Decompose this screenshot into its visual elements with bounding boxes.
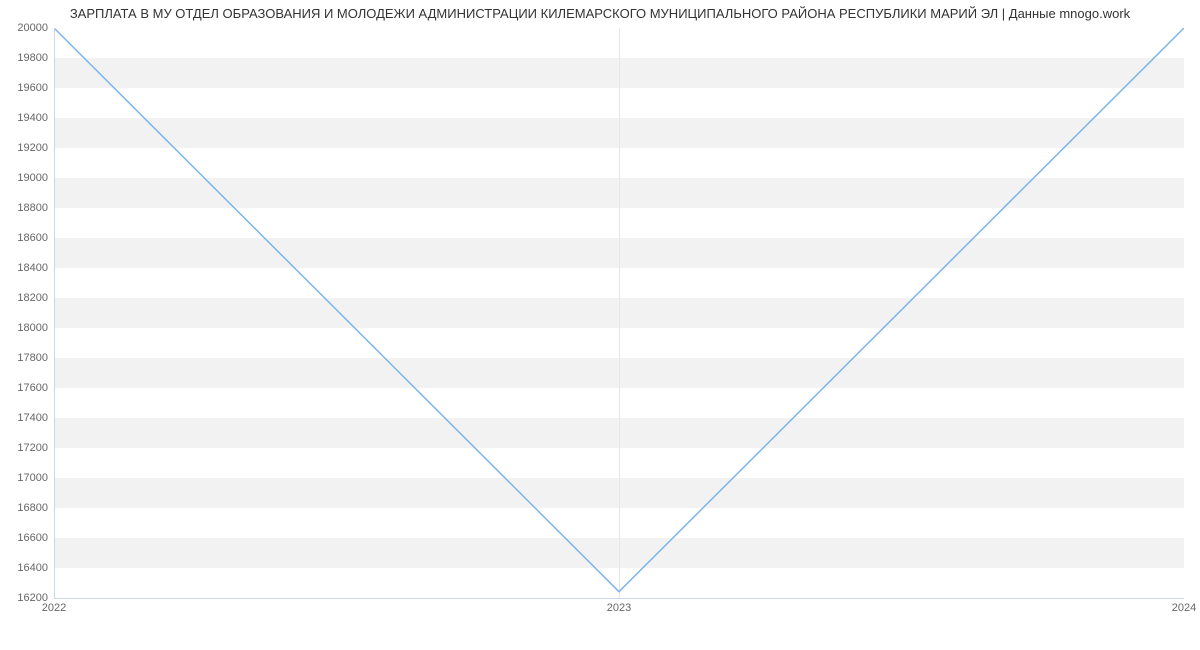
x-tick-label: 2023 bbox=[607, 602, 631, 614]
chart-plot-area bbox=[54, 28, 1184, 608]
x-tick-label: 2022 bbox=[42, 602, 66, 614]
y-tick-label: 18800 bbox=[4, 202, 48, 214]
y-tick-label: 18600 bbox=[4, 232, 48, 244]
y-tick-label: 19000 bbox=[4, 172, 48, 184]
y-tick-label: 19800 bbox=[4, 52, 48, 64]
y-tick-label: 16400 bbox=[4, 562, 48, 574]
y-tick-label: 18400 bbox=[4, 262, 48, 274]
y-tick-label: 17600 bbox=[4, 382, 48, 394]
line-series bbox=[54, 28, 1184, 598]
y-tick-label: 19200 bbox=[4, 142, 48, 154]
y-tick-label: 18200 bbox=[4, 292, 48, 304]
y-tick-label: 19400 bbox=[4, 112, 48, 124]
y-tick-label: 18000 bbox=[4, 322, 48, 334]
y-tick-label: 16600 bbox=[4, 532, 48, 544]
y-tick-label: 17200 bbox=[4, 442, 48, 454]
y-axis-line bbox=[54, 28, 55, 598]
y-tick-label: 17400 bbox=[4, 412, 48, 424]
y-tick-label: 16800 bbox=[4, 502, 48, 514]
x-tick-label: 2024 bbox=[1172, 602, 1196, 614]
y-tick-label: 19600 bbox=[4, 82, 48, 94]
x-axis-line bbox=[54, 598, 1184, 599]
chart-title: ЗАРПЛАТА В МУ ОТДЕЛ ОБРАЗОВАНИЯ И МОЛОДЕ… bbox=[0, 0, 1200, 21]
y-tick-label: 17000 bbox=[4, 472, 48, 484]
y-tick-label: 20000 bbox=[4, 22, 48, 34]
y-tick-label: 17800 bbox=[4, 352, 48, 364]
